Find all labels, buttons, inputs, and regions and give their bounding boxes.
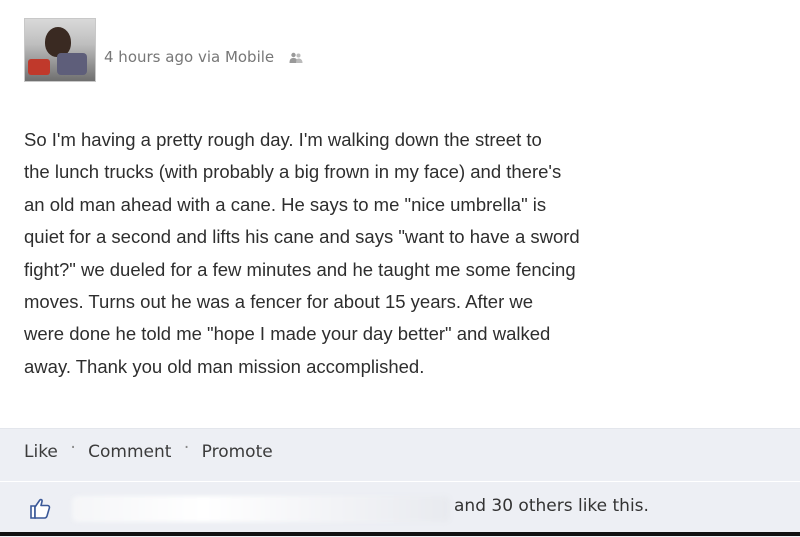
likes-summary: and 30 others like this. bbox=[0, 481, 800, 537]
action-separator: · bbox=[183, 438, 190, 458]
bottom-border bbox=[0, 532, 800, 536]
likes-count-text[interactable]: and 30 others like this. bbox=[454, 496, 649, 516]
comment-link[interactable]: Comment bbox=[88, 442, 171, 462]
post-timestamp[interactable]: 4 hours ago bbox=[104, 48, 193, 66]
avatar-photo-object bbox=[57, 53, 87, 75]
post-body-text: So I'm having a pretty rough day. I'm wa… bbox=[24, 129, 580, 377]
friends-icon[interactable] bbox=[289, 50, 303, 68]
post-action-bar: Like · Comment · Promote bbox=[0, 428, 800, 481]
avatar-photo-detail bbox=[28, 59, 50, 75]
post-meta: 4 hours ago via Mobile bbox=[104, 48, 303, 68]
action-separator: · bbox=[70, 438, 76, 458]
thumbs-up-icon bbox=[28, 496, 52, 524]
promote-link[interactable]: Promote bbox=[202, 442, 273, 462]
redacted-names bbox=[72, 496, 450, 522]
avatar[interactable] bbox=[24, 18, 96, 82]
like-link[interactable]: Like bbox=[24, 442, 58, 462]
facebook-post: 4 hours ago via Mobile So I'm having a p… bbox=[0, 0, 800, 537]
post-source[interactable]: via Mobile bbox=[198, 48, 274, 66]
